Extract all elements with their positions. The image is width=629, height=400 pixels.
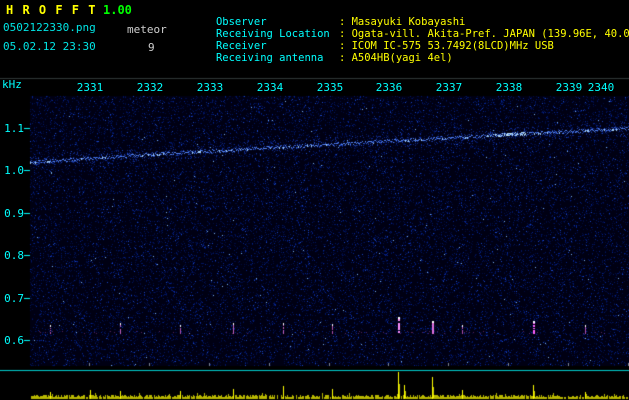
info-value: : Masayuki Kobayashi — [338, 16, 466, 28]
app-version: 1.00 — [103, 3, 132, 17]
station-info: Observer : Masayuki Kobayashi Receiving L… — [178, 4, 629, 64]
time-tick-label: 2337 — [435, 81, 463, 94]
time-tick-label: 2335 — [316, 81, 344, 94]
info-label: Receiver — [215, 40, 267, 52]
time-tick-label: 2340 — [587, 81, 615, 94]
time-tick-label: 2331 — [76, 81, 104, 94]
freq-tick-label: 1.0 — [4, 164, 24, 177]
time-tick-label: 2332 — [136, 81, 164, 94]
freq-tick-label: 0.8 — [4, 249, 24, 262]
info-value: : Ogata-vill. Akita-Pref. JAPAN (139.96E… — [338, 28, 629, 40]
info-value: : A504HB(yagi 4el) — [338, 52, 453, 64]
meteor-count-value: 9 — [148, 41, 155, 54]
info-label: Receiving antenna — [215, 52, 324, 64]
info-value: : ICOM IC-575 53.7492(8LCD)MHz USB — [338, 40, 554, 52]
observation-datetime: 05.02.12 23:30 — [3, 40, 96, 53]
time-tick-label: 2339 — [555, 81, 583, 94]
time-tick-label: 2334 — [256, 81, 284, 94]
app-title: H R O F F T — [6, 3, 97, 17]
info-label: Observer — [215, 16, 267, 28]
output-filename: 0502122330.png — [3, 21, 96, 34]
info-label: Receiving Location — [215, 28, 330, 40]
info-row-observer: Observer : Masayuki Kobayashi — [178, 4, 629, 28]
freq-axis-unit: kHz — [2, 78, 22, 91]
time-tick-label: 2338 — [495, 81, 523, 94]
freq-tick-label: 0.6 — [4, 334, 24, 347]
meteor-count-label: meteor — [127, 23, 167, 36]
freq-tick-label: 0.7 — [4, 292, 24, 305]
hrofft-screen: H R O F F T 1.00 0502122330.png 05.02.12… — [0, 0, 629, 400]
time-tick-label: 2336 — [375, 81, 403, 94]
freq-tick-label: 0.9 — [4, 207, 24, 220]
freq-tick-label: 1.1 — [4, 122, 24, 135]
time-tick-label: 2333 — [196, 81, 224, 94]
